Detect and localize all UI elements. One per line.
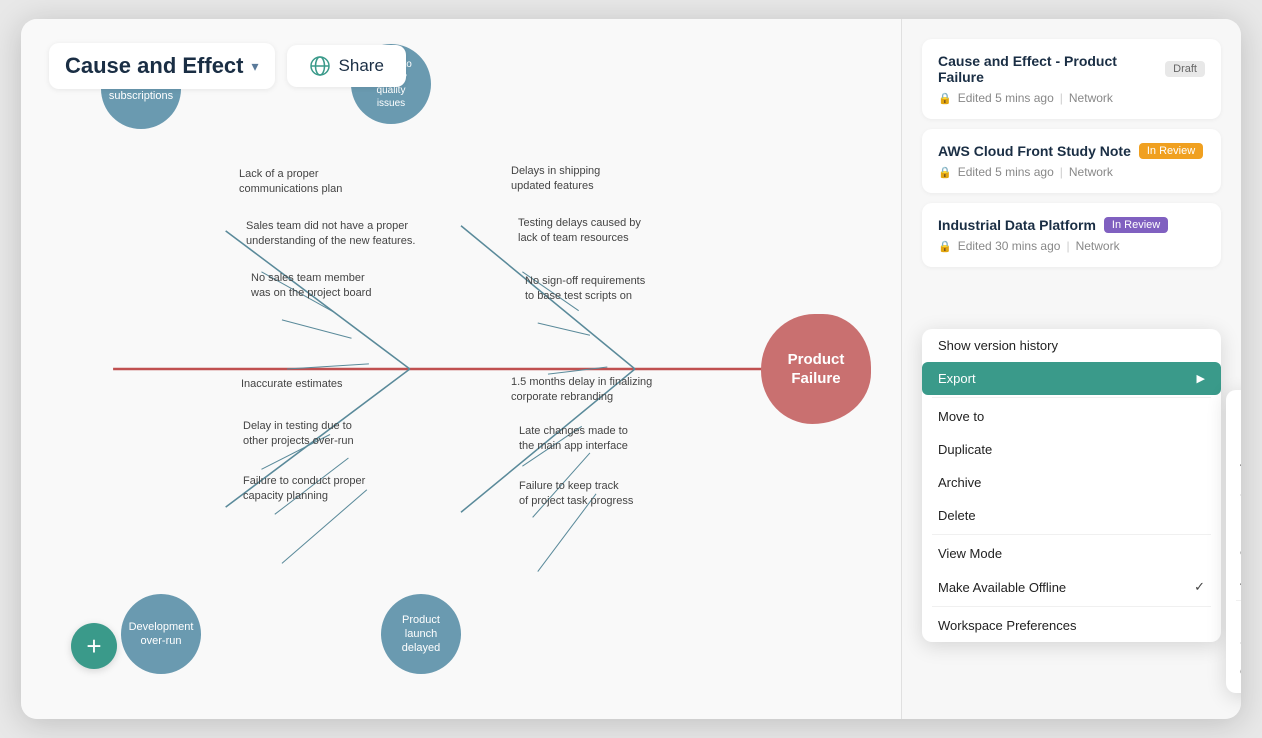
doc-edited-1: Edited 5 mins ago <box>958 91 1054 105</box>
doc-edited-2: Edited 5 mins ago <box>958 165 1054 179</box>
doc-title-2: AWS Cloud Front Study Note <box>938 143 1131 159</box>
submenu-pdf[interactable]: PDF ⚙ <box>1226 507 1241 538</box>
share-button[interactable]: Share <box>287 45 406 87</box>
label-upper-right-2: Testing delays caused bylack of team res… <box>518 216 641 247</box>
doc-meta-2: 🔒 Edited 5 mins ago | Network <box>938 165 1205 179</box>
title-box: Cause and Effect ▾ <box>49 43 275 89</box>
main-container: Cause and Effect ▾ Share <box>21 19 1241 719</box>
menu-workspace-prefs[interactable]: Workspace Preferences <box>922 609 1221 642</box>
menu-delete[interactable]: Delete <box>922 499 1221 532</box>
doc-title-row-1: Cause and Effect - Product Failure Draft <box>938 53 1205 85</box>
menu-divider-2 <box>932 534 1211 535</box>
label-lower-left-3: Failure to conduct propercapacity planni… <box>243 474 365 505</box>
submenu-arrow-icon: ▶ <box>1197 372 1205 385</box>
label-upper-right-1: Delays in shippingupdated features <box>511 164 600 195</box>
doc-edited-3: Edited 30 mins ago <box>958 239 1061 253</box>
doc-network-2: Network <box>1069 165 1113 179</box>
submenu-png[interactable]: PNG ⚙ <box>1226 416 1241 447</box>
menu-show-version-history[interactable]: Show version history <box>922 329 1221 362</box>
export-submenu: Image PNG ⚙ JPG ⚙ SVG PDF ⚙ <box>1226 390 1241 693</box>
doc-item-2[interactable]: AWS Cloud Front Study Note In Review 🔒 E… <box>922 129 1221 193</box>
add-button[interactable]: + <box>71 623 117 669</box>
diagram-title: Cause and Effect <box>65 53 244 79</box>
menu-view-mode[interactable]: View Mode <box>922 537 1221 570</box>
doc-title-row-2: AWS Cloud Front Study Note In Review <box>938 143 1205 159</box>
submenu-google-drive[interactable]: Google Drive ⚙ <box>1226 656 1241 687</box>
submenu-jpg[interactable]: JPG ⚙ <box>1226 447 1241 478</box>
submenu-json[interactable]: JSON <box>1226 567 1241 596</box>
badge-draft-1: Draft <box>1165 61 1205 77</box>
menu-divider-1 <box>932 397 1211 398</box>
document-list: Cause and Effect - Product Failure Draft… <box>902 19 1241 285</box>
label-upper-left-2: Sales team did not have a properundersta… <box>246 219 415 250</box>
label-lower-right-2: Late changes made tothe main app interfa… <box>519 424 628 455</box>
product-failure-node[interactable]: ProductFailure <box>761 314 871 424</box>
menu-archive[interactable]: Archive <box>922 466 1221 499</box>
chevron-down-icon[interactable]: ▾ <box>252 58 259 75</box>
submenu-image-section-label: Image <box>1226 396 1241 416</box>
menu-move-to[interactable]: Move to <box>922 400 1221 433</box>
node-product-launch[interactable]: Product launch delayed <box>381 594 461 674</box>
submenu-csv[interactable]: CSV <box>1226 538 1241 567</box>
doc-item-1[interactable]: Cause and Effect - Product Failure Draft… <box>922 39 1221 119</box>
badge-inreview-2: In Review <box>1139 143 1203 159</box>
menu-duplicate[interactable]: Duplicate <box>922 433 1221 466</box>
canvas-area: Cause and Effect ▾ Share <box>21 19 901 719</box>
badge-inreview-3: In Review <box>1104 217 1168 233</box>
doc-item-3[interactable]: Industrial Data Platform In Review 🔒 Edi… <box>922 203 1221 267</box>
lock-icon-3: 🔒 <box>938 240 952 253</box>
submenu-integrations-section-label: Integrations <box>1226 605 1241 625</box>
label-lower-left-2: Delay in testing due toother projects ov… <box>243 419 354 450</box>
doc-meta-1: 🔒 Edited 5 mins ago | Network <box>938 91 1205 105</box>
lock-icon-1: 🔒 <box>938 92 952 105</box>
menu-divider-3 <box>932 606 1211 607</box>
label-lower-left-1: Inaccurate estimates <box>241 377 343 392</box>
doc-title-row-3: Industrial Data Platform In Review <box>938 217 1205 233</box>
check-icon-offline: ✓ <box>1194 579 1205 595</box>
share-label: Share <box>339 56 384 76</box>
toolbar: Cause and Effect ▾ Share <box>49 43 406 89</box>
doc-meta-3: 🔒 Edited 30 mins ago | Network <box>938 239 1205 253</box>
menu-make-offline[interactable]: Make Available Offline ✓ <box>922 570 1221 604</box>
label-lower-right-1: 1.5 months delay in finalizingcorporate … <box>511 375 652 406</box>
node-dev-overrun[interactable]: Development over-run <box>121 594 201 674</box>
context-menu: Show version history Export ▶ Image PNG … <box>922 329 1221 642</box>
lock-icon-2: 🔒 <box>938 166 952 179</box>
label-upper-left-1: Lack of a propercommunications plan <box>239 167 342 198</box>
submenu-slack[interactable]: Slack ⚙ <box>1226 625 1241 656</box>
label-lower-right-3: Failure to keep trackof project task pro… <box>519 479 633 510</box>
doc-title-3: Industrial Data Platform <box>938 217 1096 233</box>
menu-export[interactable]: Export ▶ Image PNG ⚙ JPG ⚙ SVG <box>922 362 1221 395</box>
doc-network-1: Network <box>1069 91 1113 105</box>
label-upper-left-3: No sales team memberwas on the project b… <box>251 271 371 302</box>
submenu-svg[interactable]: SVG <box>1226 478 1241 507</box>
globe-icon <box>309 55 331 77</box>
doc-title-1: Cause and Effect - Product Failure <box>938 53 1157 85</box>
label-upper-right-3: No sign-off requirementsto base test scr… <box>525 274 645 305</box>
right-panel: Cause and Effect - Product Failure Draft… <box>901 19 1241 719</box>
doc-network-3: Network <box>1076 239 1120 253</box>
